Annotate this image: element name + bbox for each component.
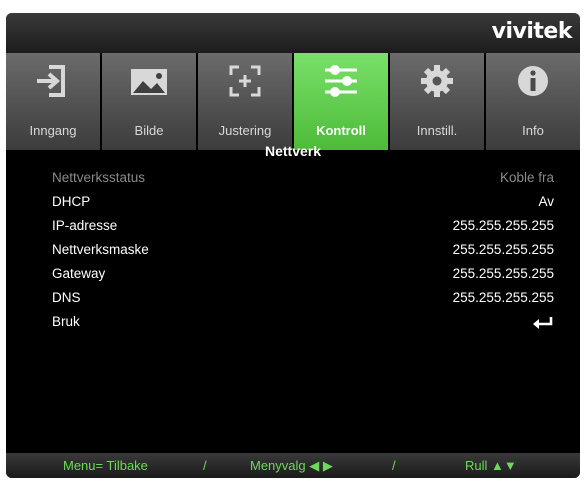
menu-row-gateway[interactable]: Gateway 255.255.255.255 <box>52 266 554 288</box>
tab-inngang[interactable]: Inngang <box>6 53 100 150</box>
adjust-icon <box>198 63 292 99</box>
tab-justering[interactable]: Justering <box>198 53 292 150</box>
menu-row-dns[interactable]: DNS 255.255.255.255 <box>52 290 554 312</box>
tab-kontroll[interactable]: Kontroll <box>294 53 388 150</box>
sliders-icon <box>294 63 388 99</box>
gear-icon <box>390 63 484 99</box>
page-title: Nettverk <box>264 143 322 159</box>
tab-innstill[interactable]: Innstill. <box>390 53 484 150</box>
menu-tabs: Inngang Bilde Justering Kontroll Innstil… <box>6 53 580 150</box>
tab-label: Info <box>522 123 544 138</box>
footer-separator: / <box>392 458 396 473</box>
row-value: 255.255.255.255 <box>452 218 554 233</box>
row-value: Av <box>538 194 554 209</box>
row-label: Bruk <box>52 314 80 329</box>
footer-back-hint: Menu= Tilbake <box>63 458 148 473</box>
enter-icon <box>532 316 554 333</box>
row-value: 255.255.255.255 <box>452 266 554 281</box>
menu-row-nettverksstatus: Nettverksstatus Koble fra <box>52 170 554 192</box>
input-icon <box>6 63 100 99</box>
image-icon <box>102 63 196 99</box>
row-value: Koble fra <box>499 170 554 185</box>
tab-info[interactable]: Info <box>486 53 580 150</box>
row-label: IP-adresse <box>52 218 118 233</box>
row-label: Gateway <box>52 266 106 281</box>
row-label: Nettverksstatus <box>52 170 146 185</box>
footer-menu-select-hint: Menyvalg ◀ ▶ <box>250 458 333 473</box>
tab-label: Kontroll <box>316 123 366 138</box>
row-value: 255.255.255.255 <box>452 290 554 305</box>
row-label: Nettverksmaske <box>52 242 149 257</box>
osd-menu-window: vivitek Inngang Bilde Justering Kontroll… <box>6 13 580 478</box>
vivitek-logo: vivitek <box>491 19 573 44</box>
footer-scroll-hint: Rull ▲▼ <box>465 458 517 473</box>
footer-separator: / <box>203 458 207 473</box>
menu-row-dhcp[interactable]: DHCP Av <box>52 194 554 216</box>
tab-label: Inngang <box>29 123 77 138</box>
tab-bilde[interactable]: Bilde <box>102 53 196 150</box>
footer-hints: Menu= Tilbake / Menyvalg ◀ ▶ / Rull ▲▼ <box>6 453 580 478</box>
menu-row-ip-adresse[interactable]: IP-adresse 255.255.255.255 <box>52 218 554 240</box>
top-bar: vivitek <box>6 13 580 53</box>
row-label: DNS <box>52 290 81 305</box>
tab-label: Justering <box>218 123 272 138</box>
info-icon <box>486 63 580 99</box>
menu-row-bruk[interactable]: Bruk <box>52 314 554 336</box>
tab-label: Bilde <box>134 123 164 138</box>
tab-label: Innstill. <box>416 123 458 138</box>
menu-row-nettverksmaske[interactable]: Nettverksmaske 255.255.255.255 <box>52 242 554 264</box>
row-label: DHCP <box>52 194 91 209</box>
row-value: 255.255.255.255 <box>452 242 554 257</box>
